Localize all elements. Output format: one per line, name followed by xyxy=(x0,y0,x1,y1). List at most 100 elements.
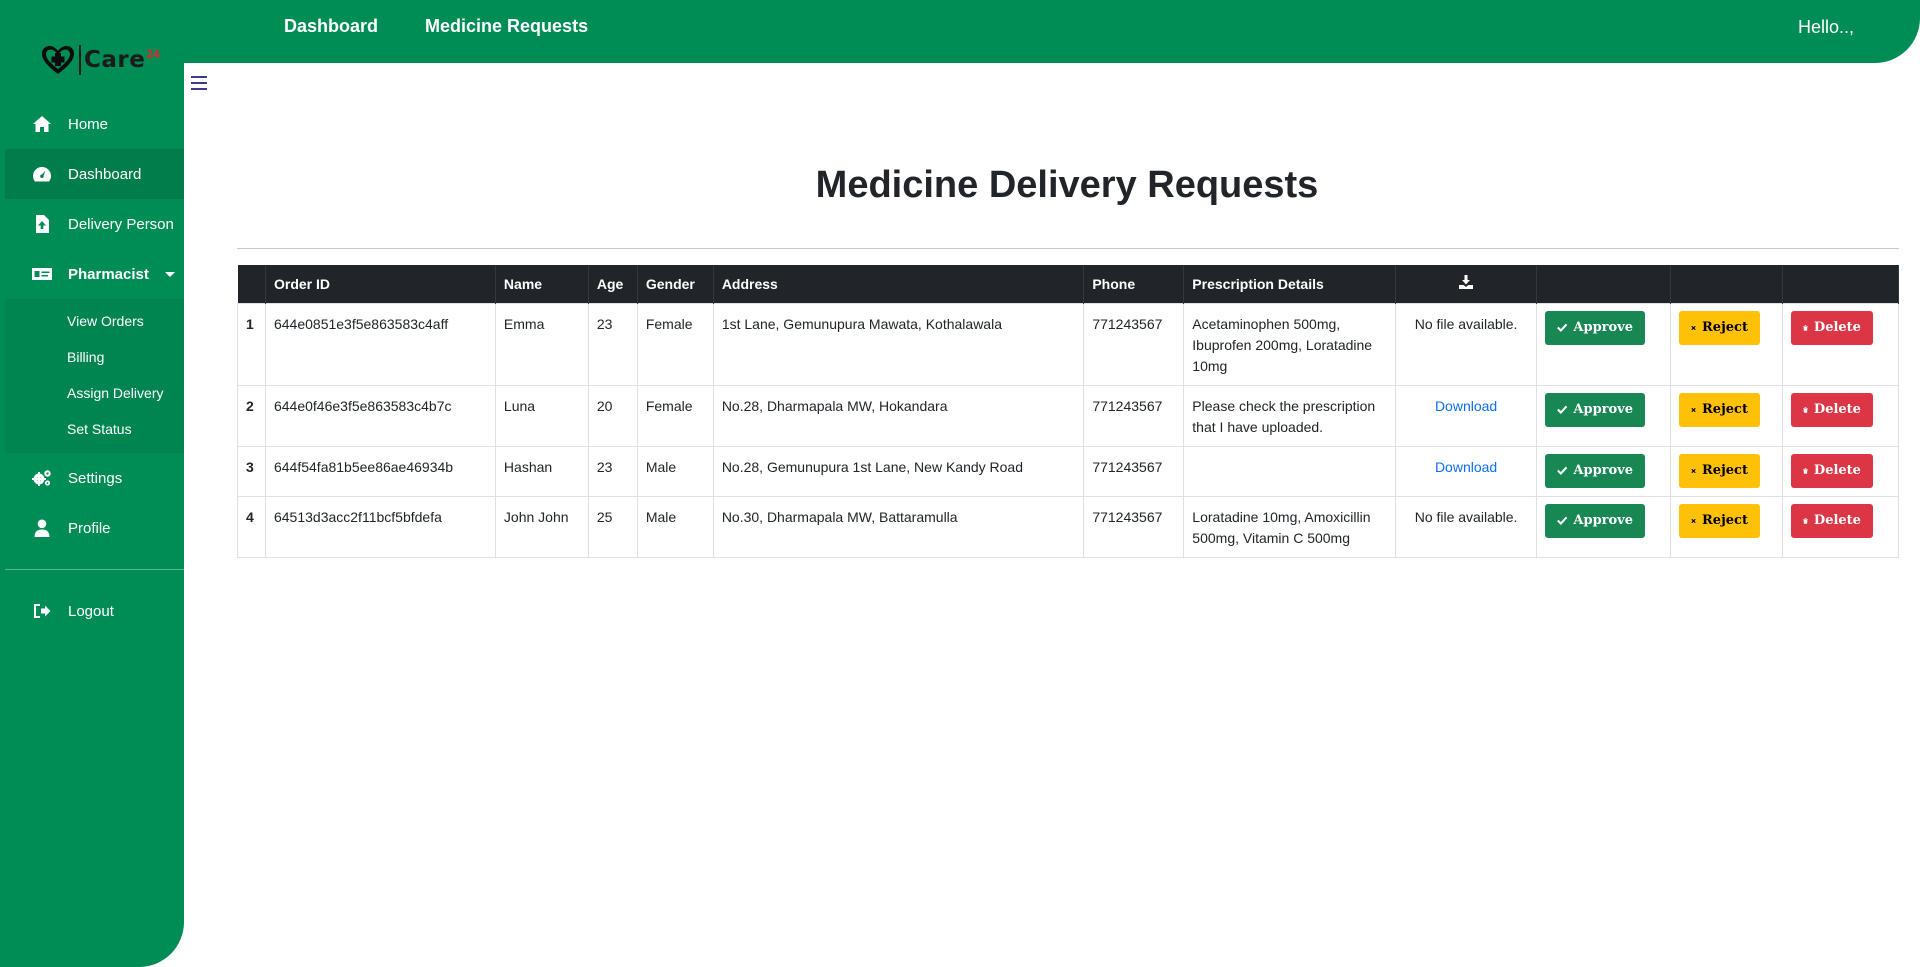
times-icon xyxy=(1691,468,1696,473)
sidebar-item-home[interactable]: Home xyxy=(5,99,184,149)
phone-cell: 771243567 xyxy=(1083,495,1185,558)
address-cell: No.30, Dharmapala MW, Battaramulla xyxy=(712,495,1085,558)
title-divider xyxy=(237,248,1899,249)
gears-icon xyxy=(31,468,53,488)
reject-cell: Reject xyxy=(1669,445,1783,497)
address-cell: 1st Lane, Gemunupura Mawata, Kothalawala xyxy=(712,302,1085,386)
file-upload-icon xyxy=(31,214,53,234)
reject-cell: Reject xyxy=(1669,302,1783,386)
sidebar-item-logout[interactable]: Logout xyxy=(5,586,184,636)
sidebar-nav: Home Dashboard Delivery Person Pharmacis… xyxy=(5,99,184,636)
sidebar-item-dashboard[interactable]: Dashboard xyxy=(5,149,184,199)
user-greeting[interactable]: Hello.., xyxy=(1798,17,1854,38)
delete-button[interactable]: Delete xyxy=(1790,392,1873,427)
age-cell: 20 xyxy=(587,384,638,447)
sidebar: Care 24 Home Dashboard Delivery Person Ph… xyxy=(0,0,184,967)
reject-cell: Reject xyxy=(1669,495,1783,558)
reject-label: Reject xyxy=(1702,463,1748,478)
trash-icon xyxy=(1803,467,1808,474)
reject-button[interactable]: Reject xyxy=(1678,503,1760,538)
approve-button[interactable]: Approve xyxy=(1545,503,1646,538)
column-header-prescription-details: Prescription Details xyxy=(1183,265,1397,303)
heart-cross-logo-icon xyxy=(42,46,74,74)
row-index: 4 xyxy=(237,495,266,558)
approve-label: Approve xyxy=(1573,320,1634,335)
sidebar-item-settings[interactable]: Settings xyxy=(5,453,184,503)
sidebar-item-label: Delivery Person xyxy=(68,215,174,233)
phone-cell: 771243567 xyxy=(1083,445,1185,497)
file-cell: No file available. xyxy=(1395,302,1538,386)
no-file-text: No file available. xyxy=(1414,315,1518,332)
sidebar-item-label: Profile xyxy=(68,519,111,537)
times-icon xyxy=(1691,407,1696,412)
user-icon xyxy=(31,518,53,538)
delete-button[interactable]: Delete xyxy=(1790,453,1873,488)
address-cell: No.28, Dharmapala MW, Hokandara xyxy=(712,384,1085,447)
gender-cell: Female xyxy=(636,302,714,386)
logo-superscript: 24 xyxy=(146,47,160,61)
sidebar-item-label: Settings xyxy=(68,469,123,487)
download-link[interactable]: Download xyxy=(1435,398,1497,414)
order-id-cell: 644e0851e3f5e863583c4aff xyxy=(264,302,496,386)
reject-button[interactable]: Reject xyxy=(1678,310,1760,345)
approve-button[interactable]: Approve xyxy=(1545,392,1646,427)
approve-label: Approve xyxy=(1573,402,1634,417)
order-id-cell: 64513d3acc2f11bcf5bfdefa xyxy=(264,495,496,558)
sidebar-item-delivery-person[interactable]: Delivery Person xyxy=(5,199,184,249)
column-header-address: Address xyxy=(713,265,1085,303)
row-index: 1 xyxy=(237,302,266,386)
no-file-text: No file available. xyxy=(1414,508,1518,525)
reject-button[interactable]: Reject xyxy=(1678,453,1760,488)
top-nav: Dashboard Medicine Requests xyxy=(284,16,588,37)
column-header-index xyxy=(237,265,266,303)
approve-cell: Approve xyxy=(1536,495,1671,558)
reject-button[interactable]: Reject xyxy=(1678,392,1760,427)
table-row: 4 64513d3acc2f11bcf5bfdefa John John 25 Male… xyxy=(237,495,1900,558)
sidebar-divider xyxy=(5,569,184,570)
sidebar-item-profile[interactable]: Profile xyxy=(5,503,184,553)
trash-icon xyxy=(1803,517,1808,524)
check-icon xyxy=(1557,516,1568,526)
table-header-row: Order ID Name Age Gender Address Phone P… xyxy=(237,265,1900,303)
name-cell: Emma xyxy=(494,302,589,386)
top-nav-dashboard-link[interactable]: Dashboard xyxy=(284,16,378,37)
dashboard-gauge-icon xyxy=(31,164,53,184)
delete-label: Delete xyxy=(1813,513,1861,528)
name-cell: John John xyxy=(494,495,589,558)
order-id-cell: 644e0f46e3f5e863583c4b7c xyxy=(264,384,496,447)
prescription-cell: Please check the prescription that I hav… xyxy=(1183,384,1397,447)
sidebar-toggle-hamburger-icon[interactable] xyxy=(191,76,207,90)
delete-cell: Delete xyxy=(1781,445,1900,497)
requests-table: Order ID Name Age Gender Address Phone P… xyxy=(237,265,1900,558)
delete-button[interactable]: Delete xyxy=(1790,310,1873,345)
submenu-item-set-status[interactable]: Set Status xyxy=(5,411,184,447)
sidebar-item-label: Pharmacist xyxy=(68,265,149,283)
trash-icon xyxy=(1803,324,1808,331)
file-cell: No file available. xyxy=(1395,495,1538,558)
download-link[interactable]: Download xyxy=(1435,459,1497,475)
approve-button[interactable]: Approve xyxy=(1545,453,1646,488)
id-card-icon xyxy=(31,264,53,284)
check-icon xyxy=(1557,466,1568,476)
phone-cell: 771243567 xyxy=(1083,384,1185,447)
check-icon xyxy=(1557,405,1568,415)
prescription-cell xyxy=(1183,445,1397,497)
app-logo[interactable]: Care 24 xyxy=(40,44,160,76)
top-nav-medicine-requests-link[interactable]: Medicine Requests xyxy=(425,16,588,37)
delete-button[interactable]: Delete xyxy=(1790,503,1873,538)
row-index: 3 xyxy=(237,445,266,497)
home-icon xyxy=(31,114,53,134)
reject-label: Reject xyxy=(1702,513,1748,528)
delete-label: Delete xyxy=(1813,463,1861,478)
submenu-item-billing[interactable]: Billing xyxy=(5,339,184,375)
row-index: 2 xyxy=(237,384,266,447)
sidebar-item-label: Home xyxy=(68,115,109,133)
download-icon xyxy=(1459,275,1474,290)
delete-cell: Delete xyxy=(1781,302,1900,386)
submenu-item-view-orders[interactable]: View Orders xyxy=(5,303,184,339)
submenu-item-assign-delivery[interactable]: Assign Delivery xyxy=(5,375,184,411)
age-cell: 23 xyxy=(587,302,638,386)
sidebar-item-pharmacist[interactable]: Pharmacist xyxy=(5,249,184,299)
reject-label: Reject xyxy=(1702,402,1748,417)
approve-button[interactable]: Approve xyxy=(1545,310,1646,345)
